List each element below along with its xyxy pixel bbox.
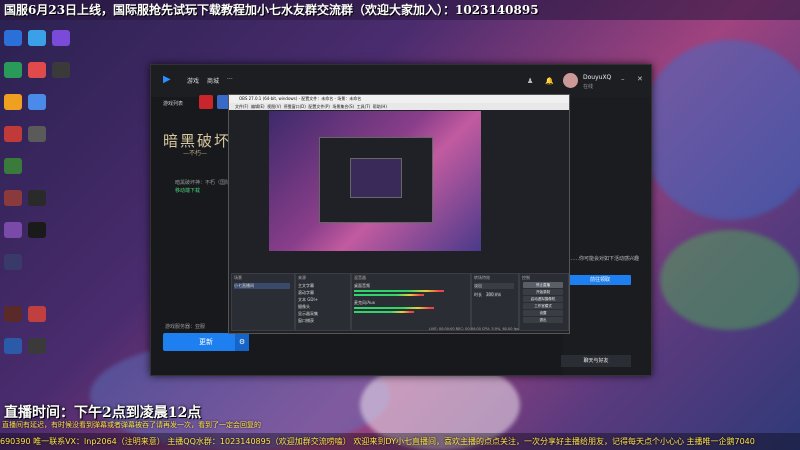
launcher-logo-icon[interactable]: ▶ (163, 75, 173, 85)
mixer-desktop-audio: 桌面音频 (354, 283, 370, 288)
exit-button[interactable]: 退出 (523, 317, 563, 323)
transition-header: 转场特效 (474, 275, 490, 280)
desktop-icon[interactable] (4, 62, 22, 78)
live-time-caption: 直播时间：下午2点到凌晨12点 (4, 405, 202, 421)
delay-notice: 直播间有延迟，有时候没看到弹幕或者弹幕被吞了请再发一次，看到了一定会回复的 (2, 421, 261, 429)
sources-header: 来源 (298, 275, 306, 280)
game-subtitle-art: —不朽— (183, 150, 208, 157)
sources-dock: 来源 主文字幕 滚动字幕 文本 GDI+ 摄像头 显示器采集 窗口捕获 (295, 273, 351, 331)
desktop-icon[interactable] (4, 254, 22, 270)
desktop-icon[interactable] (52, 62, 70, 78)
scenes-dock: 场景 小七直播间 (231, 273, 295, 331)
mixer-header: 混音器 (354, 275, 366, 280)
audio-meter (354, 307, 434, 309)
nav-games[interactable]: 游戏 (187, 76, 199, 85)
desktop-icon[interactable] (4, 158, 22, 174)
obs-preview-canvas[interactable] (269, 111, 481, 251)
menu-docks[interactable]: 停靠窗口(D) (284, 104, 306, 109)
virtual-camera-button[interactable]: 启动虚拟摄像机 (523, 296, 563, 302)
promo-text: ……你可能会对如下活动感兴趣 (569, 256, 640, 262)
studio-mode-button[interactable]: 工作室模式 (523, 303, 563, 309)
chat-friends-button[interactable]: 聊天与好友 (561, 355, 631, 367)
duration-label: 时长 (474, 292, 482, 297)
region-label[interactable]: 游戏服务器：亚服 (165, 323, 205, 330)
desktop-icon[interactable] (28, 62, 46, 78)
launcher-titlebar: ▶ 游戏 商城 ··· ♟ 🔔 DouyuXQ 在线 – ✕ (151, 65, 651, 97)
obs-menubar: 文件(F) 编辑(E) 视图(V) 停靠窗口(D) 配置文件(P) 场景集合(S… (229, 103, 569, 110)
user-status: 在线 (583, 84, 594, 90)
source-item[interactable]: 滚动字幕 (298, 290, 314, 296)
minimize-icon[interactable]: – (621, 75, 625, 83)
desktop-icon[interactable] (4, 190, 22, 206)
menu-edit[interactable]: 编辑(E) (251, 104, 265, 109)
desktop-icon[interactable] (4, 222, 22, 238)
source-item[interactable]: 文本 GDI+ (298, 297, 318, 303)
nav-more[interactable]: ··· (227, 76, 233, 83)
desktop-icon[interactable] (28, 306, 46, 322)
desktop-icon[interactable] (28, 190, 46, 206)
source-item[interactable]: 主文字幕 (298, 283, 314, 289)
desktop-icon[interactable] (28, 94, 46, 110)
desktop-icon[interactable] (4, 338, 22, 354)
obs-status-bar: LIVE: 00:00:00 REC: 00:00:00 CPU: 3.9%, … (429, 327, 519, 331)
close-icon[interactable]: ✕ (637, 75, 643, 83)
transition-select[interactable]: 淡出 (474, 283, 514, 289)
mobile-download-link[interactable]: 移动端下载 (175, 187, 200, 194)
right-promo-panel (563, 97, 651, 375)
friends-icon[interactable]: ♟ (527, 77, 533, 85)
notification-icon[interactable]: 🔔 (545, 77, 554, 85)
user-avatar[interactable] (563, 73, 578, 88)
promo-button[interactable]: 前往领取 (569, 275, 631, 285)
start-recording-button[interactable]: 开始录制 (523, 289, 563, 295)
menu-tools[interactable]: 工具(T) (357, 104, 371, 109)
desktop-icon[interactable] (28, 126, 46, 142)
background-shape (660, 230, 800, 330)
desktop-icon[interactable] (4, 126, 22, 142)
user-name: DouyuXQ (583, 74, 612, 81)
scene-item[interactable]: 小七直播间 (234, 283, 290, 289)
nav-shop[interactable]: 商城 (207, 76, 219, 85)
settings-gear-icon[interactable]: ⚙ (235, 333, 249, 351)
desktop-icon[interactable] (28, 338, 46, 354)
sidebar-games-list[interactable]: 游戏列表 (163, 97, 193, 111)
menu-view[interactable]: 视图(V) (267, 104, 281, 109)
background-shape (640, 40, 800, 220)
stop-streaming-button[interactable]: 停止直播 (523, 282, 563, 288)
desktop-icon[interactable] (52, 30, 70, 46)
scenes-header: 场景 (234, 275, 242, 280)
desktop-icon[interactable] (4, 30, 22, 46)
audio-meter (354, 311, 414, 313)
desktop-icon[interactable] (28, 222, 46, 238)
settings-button[interactable]: 设置 (523, 310, 563, 316)
audio-mixer-dock: 混音器 桌面音频 麦克风/Aux (351, 273, 471, 331)
desktop-icon[interactable] (28, 30, 46, 46)
source-item[interactable]: 显示器采集 (298, 311, 318, 317)
obs-titlebar: OBS 27.0.1 (64-bit, windows) - 配置文件：未命名 … (229, 95, 569, 103)
controls-header: 控制 (522, 275, 530, 280)
game-thumb-diablo[interactable] (199, 95, 213, 109)
audio-meter (354, 290, 444, 292)
controls-dock: 控制 停止直播 开始录制 启动虚拟摄像机 工作室模式 设置 退出 (519, 273, 569, 331)
scrolling-ticker: 690390 唯一联系VX：lnp2064（注明来意） 主播QQ水群：10231… (0, 433, 800, 450)
menu-scene-collection[interactable]: 场景集合(S) (332, 104, 354, 109)
obs-window: OBS 27.0.1 (64-bit, windows) - 配置文件：未命名 … (228, 94, 570, 334)
desktop-icon[interactable] (4, 94, 22, 110)
top-banner: 国服6月23日上线，国际服抢先试玩下载教程加小七水友群交流群（欢迎大家加入）：1… (0, 0, 800, 20)
menu-help[interactable]: 帮助(H) (373, 104, 387, 109)
source-item[interactable]: 窗口捕获 (298, 318, 314, 324)
mixer-mic-aux: 麦克风/Aux (354, 300, 375, 305)
menu-file[interactable]: 文件(F) (235, 104, 248, 109)
source-item[interactable]: 摄像头 (298, 304, 310, 310)
desktop-icon[interactable] (4, 306, 22, 322)
nested-preview (319, 137, 433, 223)
menu-profile[interactable]: 配置文件(P) (308, 104, 330, 109)
audio-meter (354, 294, 424, 296)
nested-preview-inner (350, 158, 402, 198)
duration-input[interactable]: 300 ms (486, 292, 501, 297)
transitions-dock: 转场特效 淡出 时长 300 ms (471, 273, 519, 331)
